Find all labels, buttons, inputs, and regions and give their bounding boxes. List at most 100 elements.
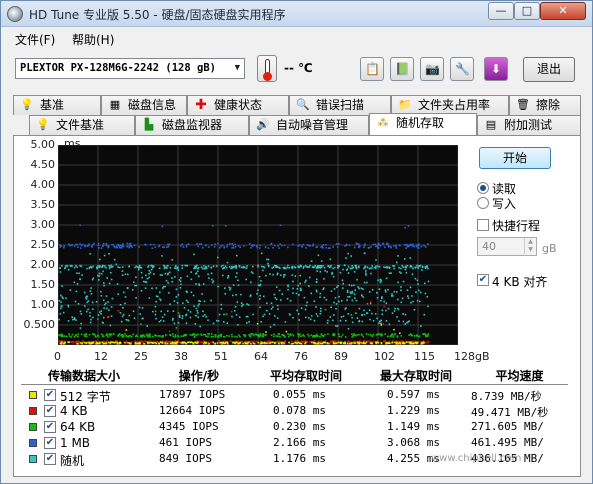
- tab-error-scan[interactable]: 🔍 错误扫描: [289, 95, 391, 115]
- scatter-point-random: [347, 313, 350, 315]
- maximize-button[interactable]: □: [514, 2, 540, 20]
- scatter-point-random: [77, 303, 80, 305]
- scatter-point-random: [154, 313, 157, 316]
- scatter-point-random: [354, 264, 356, 267]
- scatter-point-random: [190, 278, 193, 281]
- scatter-point-random: [61, 285, 63, 287]
- tab-random-access[interactable]: ⁂ 随机存取: [369, 113, 477, 135]
- scatter-point-random: [60, 307, 62, 310]
- tab-erase[interactable]: 🗑 擦除: [509, 95, 581, 115]
- scatter-point-random: [110, 315, 113, 317]
- save-button[interactable]: ⬇: [484, 57, 508, 81]
- scatter-point-1mb: [387, 244, 390, 247]
- copy-info-button[interactable]: 📋: [360, 57, 384, 81]
- scatter-point-random: [327, 265, 330, 267]
- scatter-point-random: [376, 292, 378, 294]
- scatter-point-1mb: [344, 245, 346, 247]
- tab-health[interactable]: ✚ 健康状态: [187, 95, 289, 115]
- scatter-point-random: [148, 269, 151, 272]
- series-color-swatch: [29, 423, 37, 431]
- scatter-point-random: [289, 299, 292, 302]
- tab-folder-usage[interactable]: 📁 文件夹占用率: [391, 95, 509, 115]
- tab-disk-info[interactable]: ▦ 磁盘信息: [101, 95, 187, 115]
- series-checkbox[interactable]: ✔: [44, 405, 56, 417]
- scatter-point-random: [96, 266, 98, 269]
- scatter-point-512b: [112, 341, 114, 344]
- scatter-point-random: [121, 270, 124, 272]
- spin-down-icon[interactable]: ▼: [524, 246, 536, 254]
- tab-disk-monitor[interactable]: ▙ 磁盘监视器: [135, 115, 249, 135]
- scatter-point-64kb: [65, 335, 68, 338]
- series-checkbox[interactable]: ✔: [44, 421, 56, 433]
- scatter-point-1mb: [279, 243, 281, 245]
- scatter-point-random: [113, 258, 116, 261]
- scatter-point-random: [84, 305, 86, 307]
- wrench-icon: 🔧: [455, 62, 470, 76]
- screenshot-button[interactable]: 📷: [420, 57, 444, 81]
- tab-aam[interactable]: 🔊 自动噪音管理: [249, 115, 369, 135]
- close-button[interactable]: ✕: [540, 2, 586, 20]
- align-4kb-checkbox[interactable]: ✔: [477, 274, 489, 286]
- menu-file[interactable]: 文件(F): [15, 31, 55, 48]
- scatter-point-1mb: [185, 245, 188, 248]
- title-bar[interactable]: HD Tune 专业版 5.50 - 硬盘/固态硬盘实用程序 — □ ✕: [1, 1, 592, 27]
- scatter-point-random: [81, 274, 83, 276]
- scatter-point-512b: [385, 342, 387, 345]
- scatter-point-random: [326, 271, 328, 273]
- x-tick-label: 89: [334, 350, 348, 363]
- scatter-point-random: [197, 316, 199, 319]
- y-tick-label: 3.00: [30, 218, 56, 231]
- dropdown-arrow-icon[interactable]: ▼: [235, 59, 240, 78]
- tab-benchmark[interactable]: 💡 基准: [13, 95, 101, 115]
- menu-help[interactable]: 帮助(H): [72, 31, 114, 48]
- watermark: www.chiphell.com: [431, 453, 522, 464]
- minimize-button[interactable]: —: [488, 2, 514, 20]
- scatter-point-random: [316, 267, 319, 269]
- drive-select[interactable]: PLEXTOR PX-128M6G-2242 (128 gB) ▼: [15, 58, 245, 79]
- scatter-point-1mb: [259, 244, 262, 247]
- scatter-point-64kb: [60, 333, 63, 336]
- scatter-point-random: [78, 272, 80, 275]
- scatter-point-random: [315, 289, 318, 292]
- options-button[interactable]: 🔧: [450, 57, 474, 81]
- scatter-point-random: [407, 295, 409, 297]
- start-button[interactable]: 开始: [479, 147, 551, 169]
- short-stroke-checkbox[interactable]: [477, 219, 489, 231]
- header-avg-access: 平均存取时间: [269, 369, 342, 383]
- scatter-point-512b: [281, 342, 283, 345]
- scatter-point-random: [73, 281, 76, 284]
- menu-bar: 文件(F) 帮助(H): [1, 27, 592, 49]
- scatter-point-512b: [158, 342, 160, 345]
- short-stroke-spinner[interactable]: 40 ▲ ▼: [477, 237, 537, 256]
- scatter-point-random: [381, 313, 383, 316]
- scatter-point-4kb: [353, 340, 355, 343]
- scatter-point-random: [273, 293, 276, 296]
- scatter-point-random: [347, 296, 349, 298]
- row-size: 随机: [60, 454, 85, 468]
- read-radio[interactable]: [477, 182, 489, 194]
- scatter-point-1mb: [376, 246, 379, 248]
- scatter-point-random: [98, 265, 101, 267]
- scatter-point-random: [103, 284, 105, 287]
- row-size: 4 KB: [60, 404, 88, 418]
- row-ops: 17897 IOPS: [159, 388, 226, 401]
- series-checkbox[interactable]: ✔: [44, 453, 56, 465]
- scatter-point-512b: [190, 341, 193, 343]
- tab-extra-tests[interactable]: ▤ 附加测试: [477, 115, 581, 135]
- tab-file-benchmark[interactable]: 💡 文件基准: [29, 115, 135, 135]
- scatter-point-random: [335, 325, 337, 327]
- scatter-point-512b: [397, 342, 400, 345]
- write-radio[interactable]: [477, 197, 489, 209]
- scatter-point-512b: [370, 342, 372, 344]
- scatter-point-random: [366, 281, 368, 284]
- series-checkbox[interactable]: ✔: [44, 389, 56, 401]
- exit-button[interactable]: 退出: [523, 57, 575, 82]
- scatter-point-random: [366, 266, 369, 269]
- spin-up-icon[interactable]: ▲: [524, 238, 536, 246]
- scatter-point-random: [173, 300, 176, 302]
- header-transfer-size: 传输数据大小: [47, 369, 120, 383]
- scatter-point-random: [260, 321, 262, 323]
- copy-all-button[interactable]: 📗: [390, 57, 414, 81]
- series-checkbox[interactable]: ✔: [44, 437, 56, 449]
- scatter-point-4kb: [382, 340, 385, 342]
